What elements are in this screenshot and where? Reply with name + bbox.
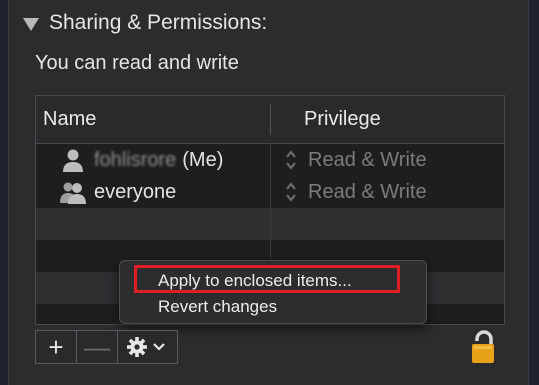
user-name-cell: everyone <box>60 180 176 204</box>
up-down-stepper-icon <box>286 150 296 170</box>
user-name-redacted: fohlisrore <box>94 148 177 171</box>
column-header-name[interactable]: Name <box>43 108 96 131</box>
add-button[interactable]: + <box>36 331 77 363</box>
menu-item-revert-changes[interactable]: Revert changes <box>158 297 277 317</box>
column-header-privilege[interactable]: Privilege <box>304 108 381 131</box>
disclosure-triangle-icon[interactable] <box>23 17 39 31</box>
permissions-toolbar: + — <box>35 330 178 364</box>
privilege-value: Read & Write <box>308 148 427 171</box>
table-header: Name Privilege <box>36 96 504 144</box>
user-name-suffix: (Me) <box>182 148 224 171</box>
action-gear-button[interactable] <box>118 331 177 363</box>
sharing-permissions-section[interactable]: Sharing & Permissions: <box>23 8 267 38</box>
permission-summary: You can read and write <box>35 52 239 74</box>
unlocked-lock-icon[interactable] <box>471 328 497 364</box>
up-down-stepper-icon <box>286 182 296 202</box>
privilege-popup[interactable]: Read & Write <box>284 148 427 172</box>
user-name-cell: fohlisrore (Me) <box>60 148 223 172</box>
single-user-icon <box>63 149 83 172</box>
gear-icon <box>126 337 165 357</box>
sharing-permissions-panel: Sharing & Permissions: You can read and … <box>8 0 529 385</box>
privilege-popup[interactable]: Read & Write <box>284 180 427 204</box>
section-title: Sharing & Permissions: <box>49 11 268 34</box>
user-name: everyone <box>94 180 177 203</box>
gear-context-menu: Apply to enclosed items... Revert change… <box>119 260 427 324</box>
chevron-down-icon <box>152 343 165 351</box>
privilege-value: Read & Write <box>308 180 427 203</box>
menu-item-apply-enclosed[interactable]: Apply to enclosed items... <box>158 271 352 291</box>
group-users-icon <box>60 182 86 204</box>
column-separator <box>270 104 271 135</box>
remove-button[interactable]: — <box>77 331 118 363</box>
